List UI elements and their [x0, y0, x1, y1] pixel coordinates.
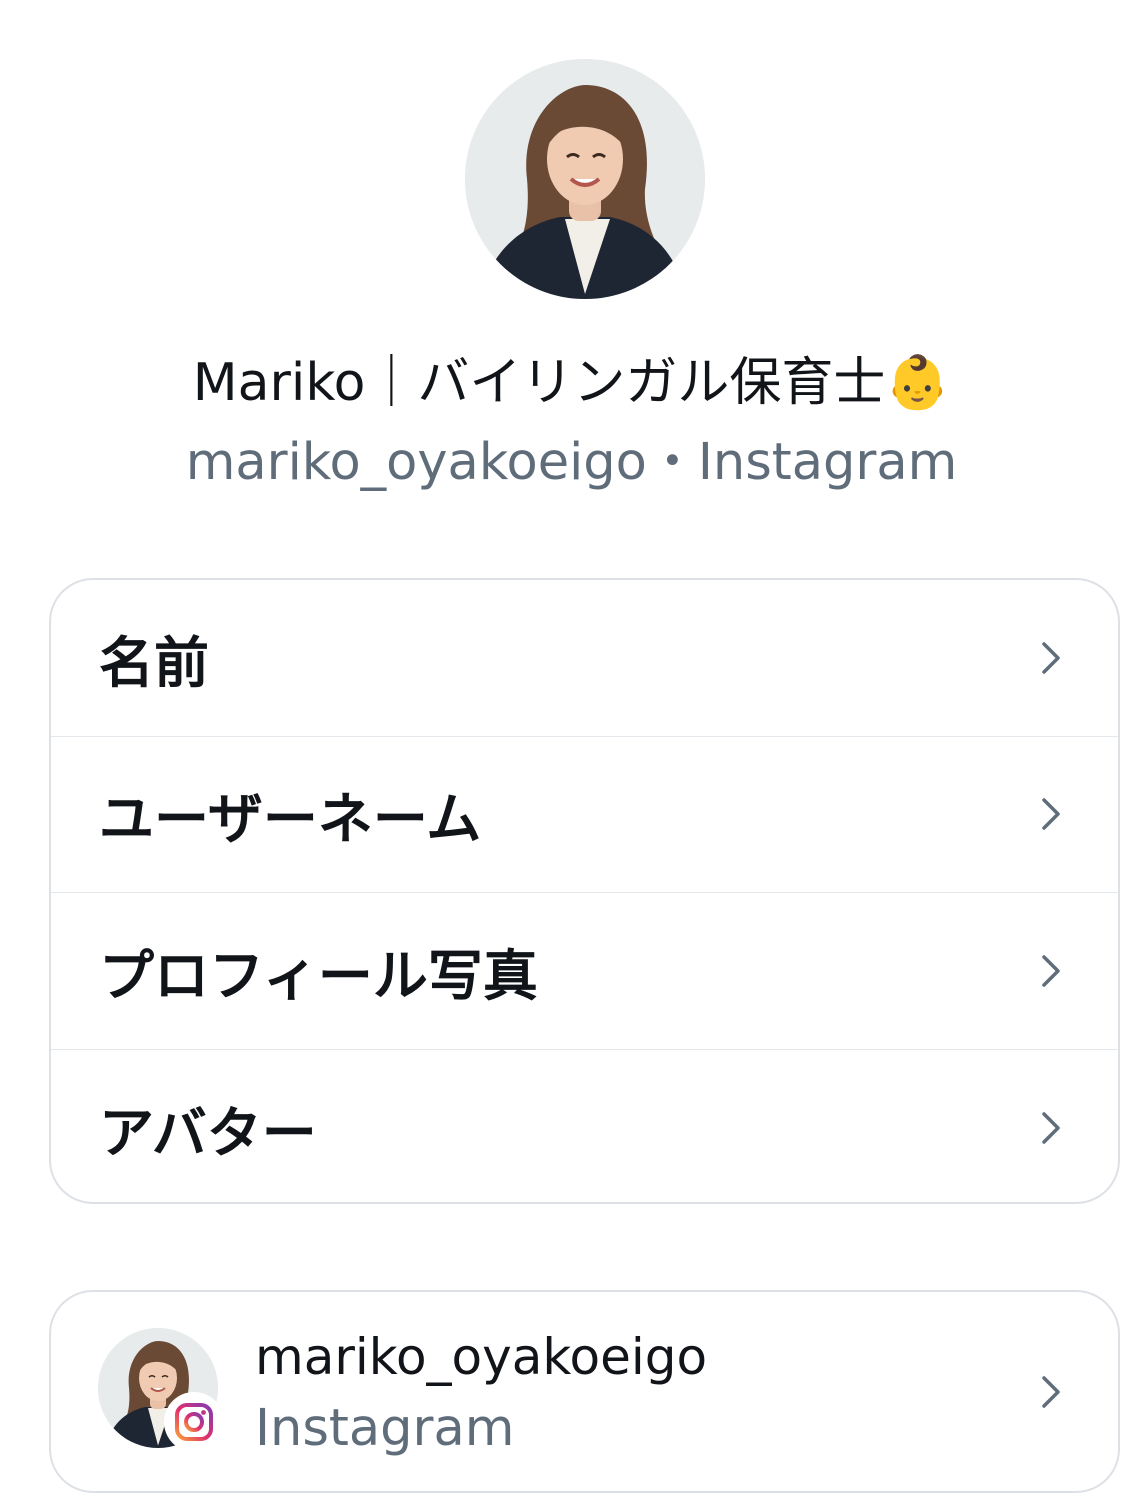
account-platform: Instagram: [255, 1399, 515, 1458]
chevron-right-icon: [1036, 638, 1066, 678]
chevron-right-icon: [1036, 1108, 1066, 1148]
linked-account-row[interactable]: mariko_oyakoeigo Instagram: [49, 1290, 1120, 1493]
settings-row-username[interactable]: ユーザーネーム: [51, 737, 1118, 893]
chevron-right-icon: [1036, 1372, 1066, 1412]
chevron-right-icon: [1036, 951, 1066, 991]
profile-display-name: Mariko｜バイリンガル保育士👶: [192, 353, 951, 413]
settings-row-label: 名前: [99, 630, 210, 695]
profile-subtitle: mariko_oyakoeigo・Instagram: [185, 433, 958, 492]
profile-avatar[interactable]: [465, 59, 705, 299]
chevron-right-icon: [1036, 794, 1066, 834]
settings-row-name[interactable]: 名前: [51, 580, 1118, 737]
profile-settings-card: 名前 ユーザーネーム プロフィール写真 アバター: [49, 578, 1120, 1204]
profile-photo: [465, 59, 705, 299]
settings-row-label: アバター: [99, 1100, 317, 1165]
settings-row-avatar[interactable]: アバター: [51, 1050, 1118, 1203]
settings-row-label: プロフィール写真: [99, 943, 538, 1008]
settings-row-profile-photo[interactable]: プロフィール写真: [51, 893, 1118, 1050]
account-username: mariko_oyakoeigo: [255, 1328, 708, 1386]
settings-row-label: ユーザーネーム: [99, 787, 482, 852]
instagram-icon: [164, 1392, 224, 1452]
